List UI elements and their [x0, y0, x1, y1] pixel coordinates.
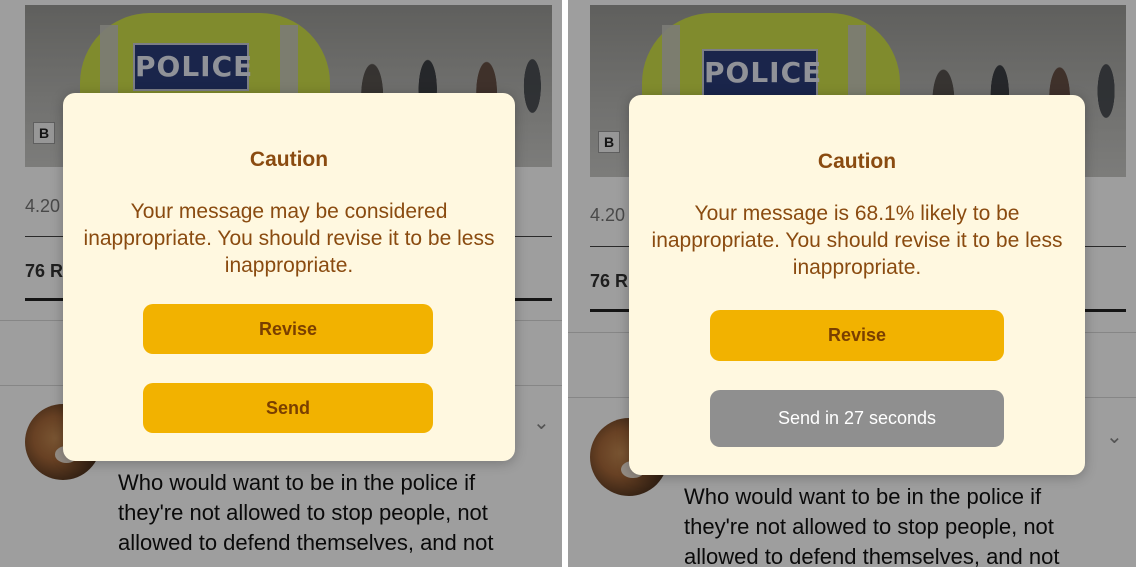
- caution-dialog: Caution Your message may be considered i…: [63, 93, 515, 461]
- dialog-title: Caution: [817, 150, 897, 173]
- dialog-title: Caution: [249, 148, 329, 171]
- dialog-message: Your message is 68.1% likely to be inapp…: [651, 202, 1063, 279]
- revise-button[interactable]: Revise: [143, 304, 433, 354]
- dialog-message: Your message may be considered inappropr…: [83, 200, 495, 277]
- send-button[interactable]: Send: [143, 383, 433, 433]
- send-countdown-button[interactable]: Send in 27 seconds: [710, 390, 1004, 447]
- caution-dialog: Caution Your message is 68.1% likely to …: [629, 95, 1085, 475]
- screenshot-panel-left: POLICE B 4.20 76 R ⌄ Who would want to b…: [0, 0, 562, 567]
- screenshot-panel-right: POLICE B 4.20 76 R ⌄ Who would want to b…: [568, 0, 1136, 567]
- revise-button[interactable]: Revise: [710, 310, 1004, 361]
